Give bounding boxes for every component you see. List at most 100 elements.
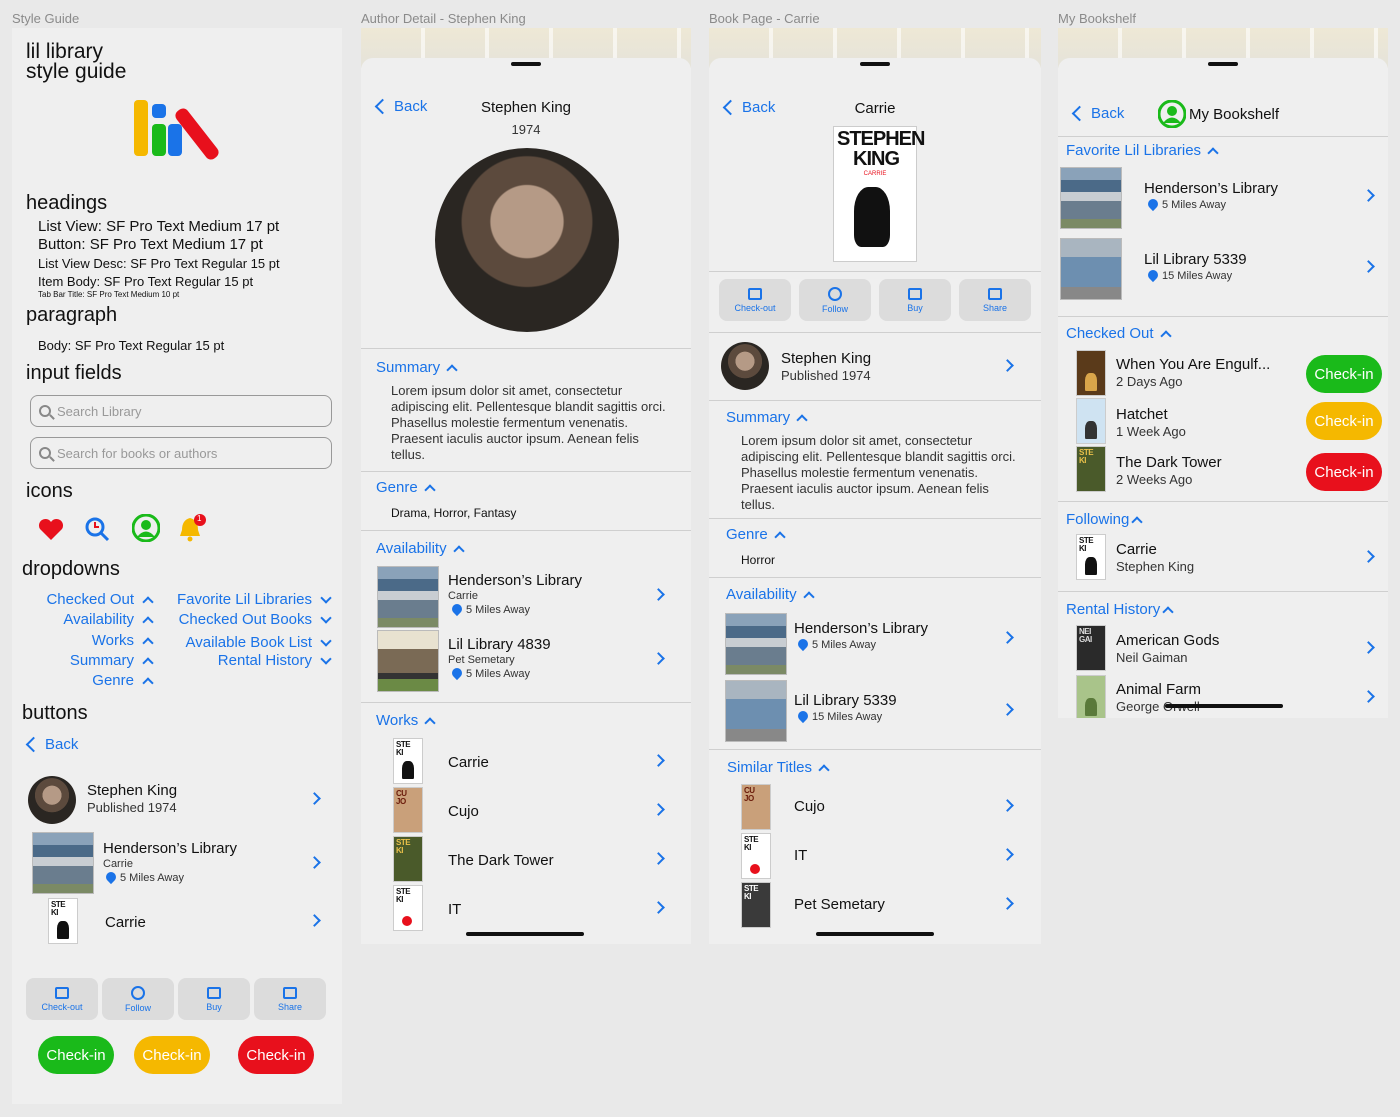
availability-toggle[interactable]: Availability <box>376 540 465 557</box>
back-button[interactable]: Back <box>1071 105 1124 122</box>
library-name: Henderson’s Library <box>103 840 237 857</box>
checked-out-item[interactable]: STE KI The Dark Tower 2 Weeks Ago Check-i… <box>1058 446 1388 492</box>
chevron-up-icon <box>818 763 830 776</box>
dropdown-rental-history[interactable]: Rental History <box>218 652 332 669</box>
genre-toggle[interactable]: Genre <box>726 526 786 543</box>
user-icon[interactable] <box>131 513 161 543</box>
section-label: Summary <box>726 409 791 426</box>
dropdown-summary[interactable]: Summary <box>69 652 154 669</box>
divider <box>709 749 1041 750</box>
following-toggle[interactable]: Following <box>1066 511 1144 528</box>
genre-toggle[interactable]: Genre <box>376 479 436 496</box>
plus-circle-icon <box>828 286 842 301</box>
chevron-down-icon <box>320 634 332 647</box>
share-button[interactable]: Share <box>254 978 326 1020</box>
sheet-grabber[interactable] <box>1208 62 1238 66</box>
title-line-2: style guide <box>26 60 127 83</box>
availability-item[interactable]: Henderson’s Library 5 Miles Away <box>709 613 1041 675</box>
action-label: Buy <box>907 302 923 313</box>
check-in-button-yellow[interactable]: Check-in <box>134 1036 210 1074</box>
follow-button[interactable]: Follow <box>799 279 871 321</box>
checked-out-item[interactable]: When You Are Engulf... 2 Days Ago Check-… <box>1058 350 1388 396</box>
dropdown-genre[interactable]: Genre <box>92 672 154 689</box>
check-in-button-green[interactable]: Check-in <box>38 1036 114 1074</box>
dropdown-label: Summary <box>69 652 134 669</box>
dropdown-checked-out-books[interactable]: Checked Out Books <box>179 611 332 628</box>
similar-titles-toggle[interactable]: Similar Titles <box>727 759 830 776</box>
buy-button[interactable]: Buy <box>879 279 951 321</box>
home-indicator[interactable] <box>816 932 934 936</box>
home-indicator[interactable] <box>466 932 584 936</box>
heart-icon[interactable] <box>38 518 64 542</box>
check-out-button[interactable]: Check-out <box>719 279 791 321</box>
library-row[interactable]: Henderson’s Library Carrie 5 Miles Away <box>12 832 342 894</box>
share-button[interactable]: Share <box>959 279 1031 321</box>
similar-item[interactable]: STE KI IT <box>709 833 1041 879</box>
book-row[interactable]: STE KI Carrie <box>12 896 342 948</box>
checked-out-item[interactable]: Hatchet 1 Week Ago Check-in <box>1058 398 1388 444</box>
book-cover-large: STEPHEN KING CARRIE <box>833 126 925 262</box>
author-name: Stephen King <box>781 350 872 367</box>
bell-icon[interactable]: 1 <box>178 514 208 542</box>
check-in-button[interactable]: Check-in <box>1306 453 1382 491</box>
similar-title: Cujo <box>794 798 825 815</box>
buy-button[interactable]: Buy <box>178 978 250 1020</box>
favorite-library[interactable]: Lil Library 5339 15 Miles Away <box>1058 238 1388 300</box>
following-item[interactable]: STE KI Carrie Stephen King <box>1058 534 1388 584</box>
avatar <box>28 776 76 824</box>
search-books-input[interactable]: Search for books or authors <box>30 437 332 469</box>
sheet-grabber[interactable] <box>511 62 541 66</box>
availability-item[interactable]: Henderson’s Library Carrie 5 Miles Away <box>361 566 691 628</box>
dropdown-favorite-libraries[interactable]: Favorite Lil Libraries <box>177 591 332 608</box>
summary-toggle[interactable]: Summary <box>726 409 808 426</box>
author-row[interactable]: Stephen King Published 1974 <box>12 772 342 828</box>
availability-item[interactable]: Lil Library 5339 15 Miles Away <box>709 680 1041 742</box>
dropdown-available-book-list[interactable]: Available Book List <box>186 634 332 651</box>
divider <box>1058 501 1388 502</box>
similar-item[interactable]: CU JO Cujo <box>709 784 1041 830</box>
rental-history-toggle[interactable]: Rental History <box>1066 601 1174 618</box>
chevron-left-icon <box>1071 105 1088 122</box>
similar-item[interactable]: STE KI Pet Semetary <box>709 882 1041 928</box>
rental-item[interactable]: Animal Farm George Orwell <box>1058 675 1388 718</box>
favorite-library[interactable]: Henderson’s Library 5 Miles Away <box>1058 167 1388 229</box>
home-indicator[interactable] <box>1165 704 1283 708</box>
check-out-button[interactable]: Check-out <box>26 978 98 1020</box>
works-toggle[interactable]: Works <box>376 712 436 729</box>
check-in-button[interactable]: Check-in <box>1306 355 1382 393</box>
book-author: Stephen King <box>1116 559 1195 574</box>
dropdown-checked-out[interactable]: Checked Out <box>46 591 154 608</box>
back-button[interactable]: Back <box>25 736 78 753</box>
check-in-button[interactable]: Check-in <box>1306 402 1382 440</box>
rental-item[interactable]: NEI GAI American Gods Neil Gaiman <box>1058 625 1388 671</box>
summary-toggle[interactable]: Summary <box>376 359 458 376</box>
work-item[interactable]: STE KI Carrie <box>361 738 691 784</box>
sheet-grabber[interactable] <box>860 62 890 66</box>
work-item[interactable]: STE KI IT <box>361 885 691 931</box>
availability-item[interactable]: Lil Library 4839 Pet Semetary 5 Miles Aw… <box>361 630 691 692</box>
dropdown-availability[interactable]: Availability <box>63 611 154 628</box>
library-name: Henderson’s Library <box>794 620 928 637</box>
chevron-right-icon <box>1001 359 1014 372</box>
checked-out-toggle[interactable]: Checked Out <box>1066 325 1172 342</box>
chevron-up-icon <box>142 595 154 608</box>
book-cover <box>1076 675 1106 718</box>
cover-author: STEPHEN KING <box>837 128 925 170</box>
clock-search-icon[interactable] <box>84 516 110 542</box>
book-cover-art: STE KI <box>396 838 411 855</box>
author-row[interactable]: Stephen King Published 1974 <box>709 338 1041 394</box>
work-item[interactable]: STE KI The Dark Tower <box>361 836 691 882</box>
dropdown-works[interactable]: Works <box>92 632 154 649</box>
work-item[interactable]: CU JO Cujo <box>361 787 691 833</box>
favorites-toggle[interactable]: Favorite Lil Libraries <box>1066 142 1219 159</box>
chevron-up-icon <box>424 716 436 729</box>
map-pin-icon <box>103 869 119 885</box>
library-distance: 5 Miles Away <box>466 668 530 680</box>
check-in-button-red[interactable]: Check-in <box>238 1036 314 1074</box>
chevron-right-icon <box>1001 848 1014 861</box>
search-library-input[interactable]: Search Library <box>30 395 332 427</box>
search-books-placeholder: Search for books or authors <box>57 445 218 461</box>
follow-button[interactable]: Follow <box>102 978 174 1020</box>
author-published: Published 1974 <box>87 800 177 815</box>
availability-toggle[interactable]: Availability <box>726 586 815 603</box>
